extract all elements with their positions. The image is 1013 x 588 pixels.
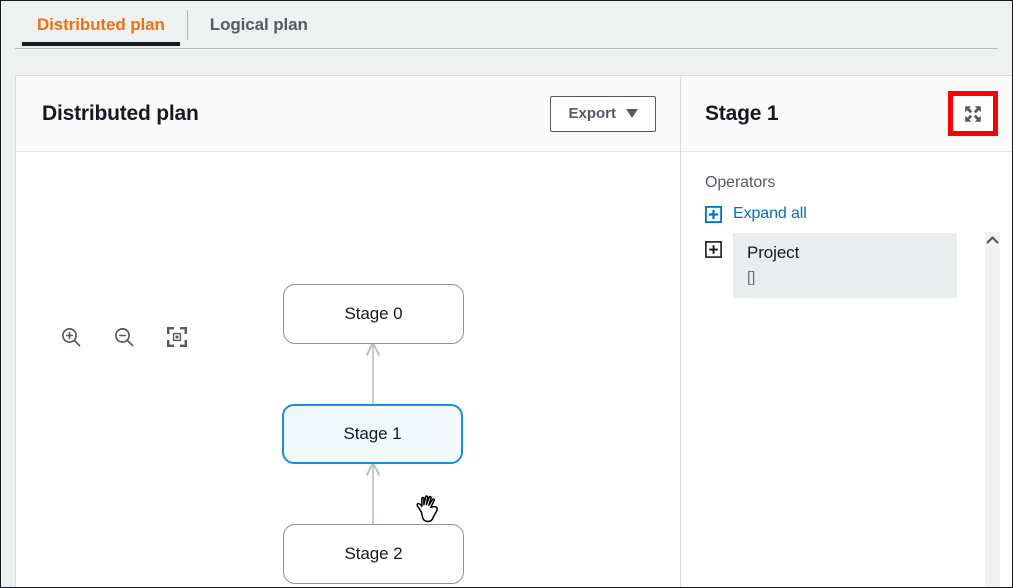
expand-collapse-icon[interactable] (948, 91, 998, 136)
expand-all-button[interactable]: Expand all (705, 205, 807, 223)
zoom-controls (58, 324, 190, 350)
operator-expand-plus-box-icon[interactable] (705, 241, 722, 258)
caret-down-icon (626, 109, 638, 118)
export-button-label: Export (568, 105, 616, 122)
tab-distributed-plan-label: Distributed plan (37, 15, 165, 35)
operators-label: Operators (705, 174, 1012, 192)
stage-details-pane: Stage 1 Operators (681, 76, 1012, 588)
operator-project[interactable]: Project [] (733, 233, 957, 298)
app-root: Distributed plan Logical plan Distribute… (0, 0, 1013, 588)
stage-graph (16, 152, 680, 588)
export-button[interactable]: Export (550, 96, 656, 132)
fit-to-screen-icon[interactable] (164, 324, 190, 350)
stage-node-1-label: Stage 1 (344, 424, 402, 444)
expand-all-label: Expand all (733, 205, 807, 223)
distributed-plan-pane: Distributed plan Export (16, 76, 681, 588)
stage-node-0-label: Stage 0 (345, 304, 403, 324)
tab-distributed-plan[interactable]: Distributed plan (15, 1, 187, 49)
plus-box-icon (705, 206, 722, 223)
stage-node-1[interactable]: Stage 1 (282, 404, 463, 464)
zoom-in-icon[interactable] (58, 324, 84, 350)
tab-bar-underline (15, 48, 998, 49)
stage-node-2-label: Stage 2 (345, 544, 403, 564)
stage-details-header: Stage 1 (681, 76, 1012, 152)
tab-logical-plan-label: Logical plan (210, 15, 308, 35)
graph-canvas[interactable]: Stage 0 Stage 1 Stage 2 (16, 152, 680, 588)
plan-card: Distributed plan Export (15, 75, 1012, 588)
operators-section: Operators Expand all (681, 152, 1012, 588)
operator-project-meta: [] (747, 269, 957, 286)
stage-node-2[interactable]: Stage 2 (283, 524, 464, 584)
tab-list: Distributed plan Logical plan (15, 1, 330, 49)
operator-project-name: Project (747, 243, 957, 263)
stage-node-0[interactable]: Stage 0 (283, 284, 464, 344)
chevron-up-icon[interactable] (985, 232, 1000, 248)
operators-scrollbar[interactable] (985, 232, 1000, 588)
stage-details-title: Stage 1 (705, 102, 778, 126)
operator-row: Project [] (705, 233, 1012, 298)
distributed-plan-header: Distributed plan Export (16, 76, 680, 152)
zoom-out-icon[interactable] (111, 324, 137, 350)
tab-bar: Distributed plan Logical plan (1, 1, 1012, 55)
page-title: Distributed plan (42, 102, 199, 126)
tab-logical-plan[interactable]: Logical plan (188, 1, 330, 49)
